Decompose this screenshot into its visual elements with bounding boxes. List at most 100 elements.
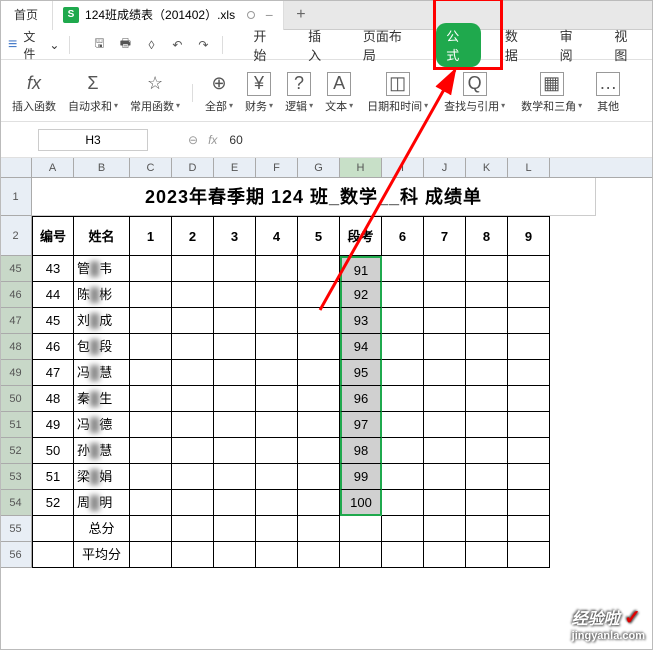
print-icon[interactable]: 🖶: [116, 36, 134, 54]
formula-input[interactable]: 60: [229, 133, 242, 147]
cell[interactable]: [508, 490, 550, 516]
cell-seg[interactable]: 97: [340, 412, 382, 438]
cell[interactable]: [172, 438, 214, 464]
cell-id[interactable]: 51: [32, 464, 74, 490]
cell[interactable]: [256, 412, 298, 438]
header-3[interactable]: 3: [214, 216, 256, 256]
file-menu[interactable]: 文件 ⌄: [23, 28, 59, 62]
row-header[interactable]: 51: [0, 412, 32, 438]
header-id[interactable]: 编号: [32, 216, 74, 256]
cell-seg[interactable]: 91: [340, 256, 382, 282]
cell[interactable]: [508, 308, 550, 334]
cell[interactable]: [256, 516, 298, 542]
cell-name[interactable]: 周█明: [74, 490, 130, 516]
cell[interactable]: [382, 308, 424, 334]
cell[interactable]: [172, 464, 214, 490]
cell[interactable]: [466, 282, 508, 308]
cell[interactable]: [508, 542, 550, 568]
cell[interactable]: [424, 308, 466, 334]
row-header[interactable]: 52: [0, 438, 32, 464]
cell[interactable]: [214, 282, 256, 308]
row-header[interactable]: 48: [0, 334, 32, 360]
col-header[interactable]: K: [466, 158, 508, 177]
cell[interactable]: [466, 490, 508, 516]
logic-button[interactable]: ? 逻辑▾: [281, 72, 317, 114]
cell[interactable]: [466, 542, 508, 568]
row-header[interactable]: 55: [0, 516, 32, 542]
cell-id[interactable]: 48: [32, 386, 74, 412]
row-header[interactable]: 47: [0, 308, 32, 334]
redo-icon[interactable]: ↷: [194, 36, 212, 54]
cell[interactable]: [32, 542, 74, 568]
cell[interactable]: [424, 412, 466, 438]
lookup-button[interactable]: Q 查找与引用▾: [438, 72, 511, 114]
cell[interactable]: [214, 360, 256, 386]
cell[interactable]: [256, 464, 298, 490]
cell[interactable]: [508, 412, 550, 438]
cell[interactable]: [130, 360, 172, 386]
cell[interactable]: [424, 256, 466, 282]
select-all-corner[interactable]: [0, 158, 32, 177]
cell[interactable]: [298, 282, 340, 308]
autosum-button[interactable]: Σ 自动求和▾: [64, 72, 122, 114]
cell[interactable]: [172, 334, 214, 360]
row-header[interactable]: 45: [0, 256, 32, 282]
cell[interactable]: [298, 412, 340, 438]
cell[interactable]: [130, 516, 172, 542]
cell[interactable]: [382, 438, 424, 464]
cell-name[interactable]: 秦█生: [74, 386, 130, 412]
cell[interactable]: [298, 490, 340, 516]
cell[interactable]: [256, 308, 298, 334]
cell[interactable]: [256, 282, 298, 308]
header-4[interactable]: 4: [256, 216, 298, 256]
header-2[interactable]: 2: [172, 216, 214, 256]
row-header[interactable]: 50: [0, 386, 32, 412]
header-5[interactable]: 5: [298, 216, 340, 256]
cell-id[interactable]: 52: [32, 490, 74, 516]
cell-seg[interactable]: 98: [340, 438, 382, 464]
cell[interactable]: [466, 308, 508, 334]
cell[interactable]: [172, 490, 214, 516]
cell-id[interactable]: 49: [32, 412, 74, 438]
cell[interactable]: [130, 464, 172, 490]
cell[interactable]: [214, 412, 256, 438]
col-header[interactable]: F: [256, 158, 298, 177]
cell-seg[interactable]: 92: [340, 282, 382, 308]
cell[interactable]: [172, 412, 214, 438]
cell-label[interactable]: 平均分: [74, 542, 130, 568]
header-7[interactable]: 7: [424, 216, 466, 256]
cell[interactable]: [256, 360, 298, 386]
cell[interactable]: [130, 542, 172, 568]
cell[interactable]: [172, 256, 214, 282]
cell-name[interactable]: 管█韦: [74, 256, 130, 282]
cell[interactable]: [382, 516, 424, 542]
cell[interactable]: [172, 386, 214, 412]
cell[interactable]: [466, 256, 508, 282]
cell[interactable]: [298, 386, 340, 412]
cell-name[interactable]: 包█段: [74, 334, 130, 360]
cell[interactable]: [298, 360, 340, 386]
cell-name[interactable]: 冯█德: [74, 412, 130, 438]
cell[interactable]: [466, 438, 508, 464]
tab-start[interactable]: 开始: [247, 22, 284, 68]
header-seg[interactable]: 段考: [340, 216, 382, 256]
cell-id[interactable]: 46: [32, 334, 74, 360]
all-fn-button[interactable]: ⊕ 全部▾: [201, 72, 237, 114]
finance-button[interactable]: ¥ 财务▾: [241, 72, 277, 114]
cell[interactable]: [466, 516, 508, 542]
col-header[interactable]: G: [298, 158, 340, 177]
cell-id[interactable]: 43: [32, 256, 74, 282]
col-header[interactable]: D: [172, 158, 214, 177]
tab-view[interactable]: 视图: [608, 22, 645, 68]
cell-name[interactable]: 陈█彬: [74, 282, 130, 308]
cell[interactable]: [214, 438, 256, 464]
tab-page-layout[interactable]: 页面布局: [357, 22, 418, 68]
tab-data[interactable]: 数据: [499, 22, 536, 68]
cell[interactable]: [256, 386, 298, 412]
cell[interactable]: [130, 412, 172, 438]
col-header[interactable]: I: [382, 158, 424, 177]
math-button[interactable]: ▦ 数学和三角▾: [515, 72, 588, 114]
cell-seg[interactable]: 96: [340, 386, 382, 412]
cell[interactable]: [424, 282, 466, 308]
header-8[interactable]: 8: [466, 216, 508, 256]
